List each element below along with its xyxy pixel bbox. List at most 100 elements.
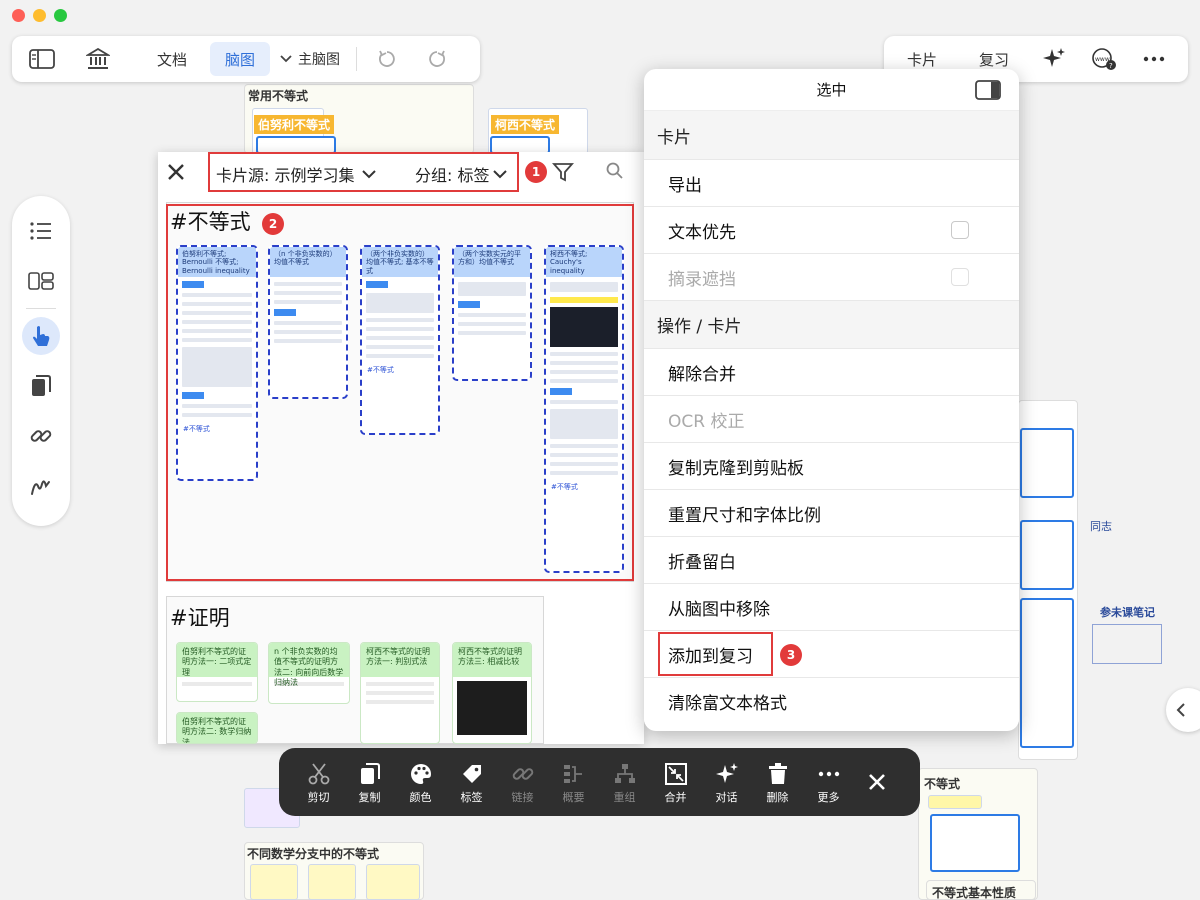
undo-button[interactable]: [367, 42, 407, 76]
menu-item-reset-size[interactable]: 重置尺寸和字体比例: [644, 489, 1019, 536]
web-search-icon: www?: [1091, 47, 1117, 71]
excerpt-mask-checkbox[interactable]: [951, 268, 969, 286]
cut-button[interactable]: 剪切: [293, 759, 344, 805]
more-button[interactable]: 更多: [803, 759, 854, 805]
copy-button[interactable]: 复制: [344, 759, 395, 805]
card-text-line: [274, 282, 342, 286]
summary-button[interactable]: 概要: [548, 759, 599, 805]
menu-item-unmerge[interactable]: 解除合并: [644, 348, 1019, 395]
filter-button[interactable]: [552, 162, 574, 186]
text-first-checkbox[interactable]: [951, 221, 969, 239]
main-map-selector[interactable]: 主脑图: [274, 42, 346, 76]
menu-item-fold-whitespace[interactable]: 折叠留白: [644, 536, 1019, 583]
card-highlight: [550, 297, 618, 303]
layout-button[interactable]: [22, 262, 60, 300]
web-search-button[interactable]: www?: [1082, 42, 1126, 76]
select-tool-button[interactable]: [22, 317, 60, 355]
card-item[interactable]: 柯西不等式的证明方法三: 相减比较: [452, 642, 532, 744]
bg-node: [366, 864, 420, 900]
minimize-window-button[interactable]: [33, 9, 46, 22]
trash-icon: [767, 759, 789, 789]
outline-view-button[interactable]: [22, 212, 60, 250]
redo-button[interactable]: [417, 42, 457, 76]
menu-item-clear-format[interactable]: 清除富文本格式: [644, 677, 1019, 724]
duplicate-button[interactable]: [22, 367, 60, 405]
menu-item-label: 复制克隆到剪贴板: [668, 458, 804, 479]
card-text-line: [274, 330, 342, 334]
ai-button[interactable]: [1032, 42, 1076, 76]
card-text-line: [550, 471, 618, 475]
card-item[interactable]: 柯西不等式的证明方法一: 判别式法: [360, 642, 440, 744]
close-window-button[interactable]: [12, 9, 25, 22]
maximize-window-button[interactable]: [54, 9, 67, 22]
menu-item-label: 解除合并: [668, 364, 736, 385]
more-options-button[interactable]: [1132, 42, 1176, 76]
regroup-icon: [613, 759, 637, 789]
group-by-dropdown[interactable]: 分组: 标签: [415, 162, 508, 186]
regroup-button[interactable]: 重组: [599, 759, 650, 805]
menu-item-add-to-review[interactable]: 添加到复习 3: [644, 630, 1019, 677]
card-item[interactable]: 伯努利不等式; Bernoulli 不等式; Bernoulli inequal…: [176, 245, 258, 481]
search-button[interactable]: [606, 162, 624, 184]
color-button[interactable]: 颜色: [395, 759, 446, 805]
tag-button[interactable]: 标签: [446, 759, 497, 805]
summary-icon: [562, 759, 586, 789]
selection-action-bar: 剪切 复制 颜色 标签 链接 概要 重组 合并 对话 删除 更多: [279, 748, 920, 816]
delete-button[interactable]: 删除: [752, 759, 803, 805]
card-item[interactable]: （两个实数实元的平方和）均值不等式: [452, 245, 532, 381]
card-item[interactable]: （两个非负实数的）均值不等式; 基本不等式 #不等式: [360, 245, 440, 435]
action-label: 复制: [358, 791, 381, 804]
menu-header: 选中: [644, 69, 1019, 111]
card-text-line: [274, 291, 342, 295]
close-icon: [166, 162, 186, 182]
card-item[interactable]: 伯努利不等式的证明方法一: 二项式定理: [176, 642, 258, 702]
card-title: n 个非负实数的均值不等式的证明方法二: 向前向后数学归纳法: [269, 643, 349, 687]
link-tool-button[interactable]: [22, 417, 60, 455]
link-icon: [511, 759, 535, 789]
merge-button[interactable]: 合并: [650, 759, 701, 805]
dock-panel-button[interactable]: [975, 80, 1001, 104]
sidebar-right-icon: [975, 80, 1001, 100]
action-label: 标签: [460, 791, 483, 804]
card-source-dropdown[interactable]: 卡片源: 示例学习集: [216, 162, 377, 186]
sparkle-icon: [1042, 47, 1066, 71]
action-label: 合并: [664, 791, 687, 804]
freehand-tool-button[interactable]: [22, 467, 60, 505]
card-item[interactable]: 柯西不等式; Cauchy's inequality #不等式: [544, 245, 624, 573]
sidebar-toggle-button[interactable]: [22, 42, 62, 76]
document-tab[interactable]: 文档: [142, 42, 202, 76]
card-item[interactable]: n 个非负实数的均值不等式的证明方法二: 向前向后数学归纳法: [268, 642, 350, 704]
pointer-hand-icon: [30, 324, 52, 348]
menu-section-operations: 操作 / 卡片: [644, 300, 1019, 348]
bg-node: [1020, 520, 1074, 590]
library-button[interactable]: [76, 42, 120, 76]
close-action-bar-button[interactable]: [854, 773, 900, 791]
close-panel-button[interactable]: [166, 162, 186, 186]
scissors-icon: [307, 759, 331, 789]
action-label: 重组: [613, 791, 636, 804]
card-video-thumbnail[interactable]: [550, 307, 618, 347]
menu-item-export[interactable]: 导出: [644, 159, 1019, 206]
card-text-line: [366, 327, 434, 331]
card-text-line: [274, 300, 342, 304]
document-stack-icon: [30, 374, 52, 398]
card-item[interactable]: （n 个非负实数的）均值不等式: [268, 245, 348, 399]
card-title: 伯努利不等式; Bernoulli 不等式; Bernoulli inequal…: [178, 247, 256, 277]
menu-item-copy-clone[interactable]: 复制克隆到剪贴板: [644, 442, 1019, 489]
palette-icon: [409, 759, 433, 789]
menu-item-excerpt-mask[interactable]: 摘录遮挡: [644, 253, 1019, 300]
menu-item-remove-from-map[interactable]: 从脑图中移除: [644, 583, 1019, 630]
menu-item-text-first[interactable]: 文本优先: [644, 206, 1019, 253]
link-button[interactable]: 链接: [497, 759, 548, 805]
menu-item-ocr-correct[interactable]: OCR 校正: [644, 395, 1019, 442]
step-badge: 1: [525, 161, 547, 183]
copy-icon: [359, 759, 381, 789]
mindmap-tab[interactable]: 脑图: [210, 42, 270, 76]
main-toolbar: 文档 脑图 主脑图: [12, 36, 480, 82]
scribble-icon: [29, 474, 53, 498]
action-label: 链接: [511, 791, 534, 804]
card-item[interactable]: 伯努利不等式的证明方法二: 数学归纳法: [176, 712, 258, 744]
step-badge: 3: [780, 644, 802, 666]
bg-group-title: 不同数学分支中的不等式: [247, 847, 380, 861]
chat-button[interactable]: 对话: [701, 759, 752, 805]
